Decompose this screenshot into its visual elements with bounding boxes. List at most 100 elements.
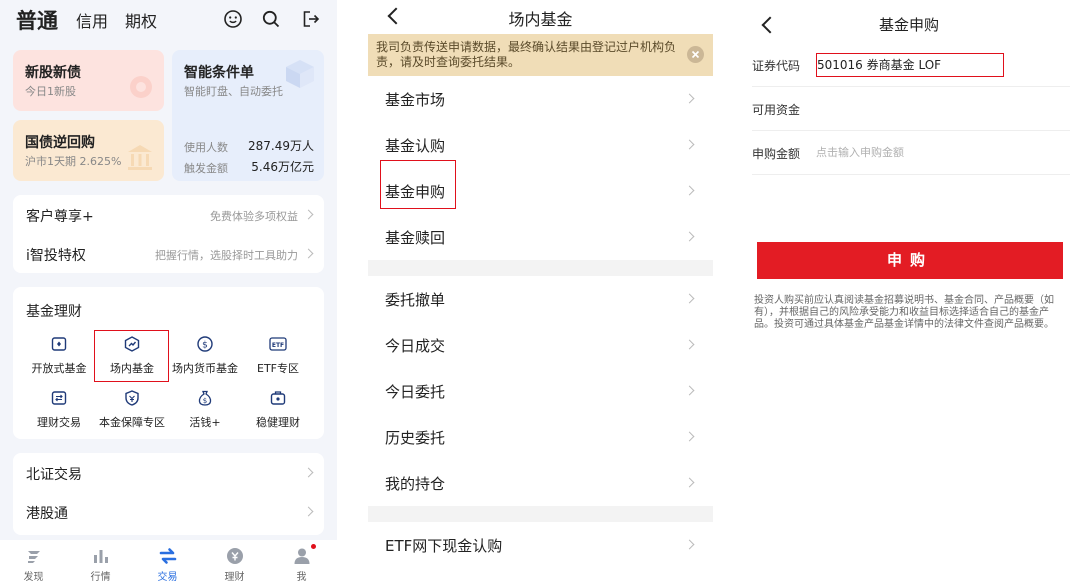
chevron-right-icon [303, 506, 314, 517]
nav-label: 发现 [23, 572, 44, 582]
vip-row-smart-invest[interactable]: i智投特权 把握行情，选股择时工具助力 [13, 234, 324, 273]
market-section: 北证交易 港股通 [13, 453, 324, 535]
menu-item-today-orders[interactable]: 今日委托 [368, 368, 713, 414]
exchange-fund-panel: 场内基金 我司负责传送申请数据，最终确认结果由登记过户机构负责，请及时查询委托结… [368, 0, 713, 582]
grid-item-label: 开放式基金 [31, 362, 87, 375]
close-icon[interactable] [687, 46, 704, 63]
page-title: 基金申购 [878, 16, 939, 34]
menu-item-order-history[interactable]: 历史委托 [368, 414, 713, 460]
ipo-card-title: 新股新债 [25, 65, 81, 81]
menu-item-label: 基金市场 [385, 91, 446, 109]
trade-icon [159, 548, 176, 564]
etf-icon-text: ETF [272, 342, 284, 349]
reverse-repo-card[interactable]: 国债逆回购 沪市1天期 2.625% [13, 120, 164, 181]
menu-item-cancel-order[interactable]: 委托撤单 [368, 276, 713, 322]
smart-order-subtitle: 智能盯盘、自动委托 [184, 85, 283, 98]
chevron-right-icon [684, 431, 695, 442]
smart-order-users-label: 使用人数 [184, 141, 228, 154]
chevron-right-icon [684, 293, 695, 304]
menu-item-fund-redemption[interactable]: 基金赎回 [368, 214, 713, 260]
market-row-bse[interactable]: 北证交易 [13, 453, 324, 493]
menu-item-label: 今日委托 [385, 383, 446, 401]
menu-item-label: 基金认购 [385, 137, 446, 155]
tab-credit[interactable]: 信用 [76, 8, 108, 32]
nav-label: 我 [296, 572, 307, 582]
smart-order-users-value: 287.49万人 [248, 139, 314, 153]
chevron-right-icon [684, 93, 695, 104]
chevron-right-icon [684, 385, 695, 396]
wealth-trade-icon [51, 391, 67, 405]
quotes-icon [93, 550, 108, 563]
trade-top-bar: 普通 信用 期权 [0, 0, 337, 40]
fund-section-title: 基金理财 [26, 304, 82, 320]
purchase-amount-input[interactable] [816, 142, 996, 162]
disclaimer-text: 投资人购买前应认真阅读基金招募说明书、基金合同、产品概要（如有），并根据自己的风… [754, 295, 1054, 330]
profile-icon [294, 548, 309, 564]
nav-trade[interactable]: 交易 [134, 540, 201, 582]
grid-item-open-fund[interactable]: 开放式基金 [20, 335, 98, 376]
grid-item-label: ETF专区 [257, 362, 299, 375]
smart-order-card[interactable]: 智能条件单 智能盯盘、自动委托 使用人数 287.49万人 触发金额 5.46万… [172, 50, 324, 181]
nav-label: 理财 [224, 572, 245, 582]
grid-item-stable-wealth[interactable]: 稳健理财 [239, 389, 317, 430]
grid-item-money-fund[interactable]: $ 场内货币基金 [166, 335, 244, 376]
notice-banner: 我司负责传送申请数据，最终确认结果由登记过户机构负责，请及时查询委托结果。 [368, 34, 713, 76]
menu-item-fund-market[interactable]: 基金市场 [368, 76, 713, 122]
smart-order-amount-label: 触发金额 [184, 162, 228, 175]
discover-icon [27, 551, 40, 563]
vip-section: 客户尊享+ 免费体验多项权益 i智投特权 把握行情，选股择时工具助力 [13, 195, 324, 273]
cash-plus-icon: $ [198, 390, 212, 406]
vip-row-sub: 把握行情，选股择时工具助力 [155, 249, 298, 262]
vip-row-customer[interactable]: 客户尊享+ 免费体验多项权益 [13, 195, 324, 234]
chevron-right-icon [684, 339, 695, 350]
chevron-right-icon [684, 139, 695, 150]
chevron-right-icon [684, 185, 695, 196]
market-row-label: 北证交易 [26, 467, 82, 483]
principal-guarantee-icon [125, 390, 139, 406]
open-fund-icon [51, 337, 67, 351]
ipo-card-subtitle: 今日1新股 [25, 85, 76, 98]
tab-normal[interactable]: 普通 [16, 5, 58, 35]
nav-wealth[interactable]: 理财 [201, 540, 268, 582]
highlight-fund-purchase [380, 160, 456, 209]
grid-item-principal-guarantee[interactable]: 本金保障专区 [93, 389, 171, 430]
highlight-security-code [816, 53, 1004, 77]
menu-item-my-holdings[interactable]: 我的持仓 [368, 460, 713, 506]
market-row-hk-connect[interactable]: 港股通 [13, 493, 324, 533]
svg-text:$: $ [203, 397, 207, 405]
page-title: 场内基金 [508, 10, 573, 29]
smiley-icon[interactable] [223, 9, 243, 29]
grid-item-cash-plus[interactable]: $ 活钱+ [166, 389, 244, 430]
chevron-right-icon [684, 231, 695, 242]
nav-discover[interactable]: 发现 [0, 540, 67, 582]
menu-item-today-deals[interactable]: 今日成交 [368, 322, 713, 368]
stable-wealth-icon [270, 391, 286, 405]
purchase-button[interactable]: 申购 [757, 242, 1063, 279]
nav-label: 行情 [90, 572, 111, 582]
nav-label: 交易 [157, 572, 178, 582]
ipo-card[interactable]: 新股新债 今日1新股 [13, 50, 164, 111]
grid-item-wealth-trade[interactable]: 理财交易 [20, 389, 98, 430]
chevron-right-icon [303, 209, 314, 220]
tab-options[interactable]: 期权 [125, 8, 157, 32]
exit-icon[interactable] [301, 9, 321, 29]
fund-purchase-panel: 基金申购 证券代码 501016 券商基金 LOF 可用资金 申购金额 申购 投… [742, 0, 1076, 582]
search-icon[interactable] [261, 9, 281, 29]
nav-quotes[interactable]: 行情 [67, 540, 134, 582]
menu-item-label: 基金赎回 [385, 229, 446, 247]
etf-icon: ETF [269, 337, 287, 351]
grid-item-etf[interactable]: ETF ETF专区 [239, 335, 317, 376]
menu-item-label: ETF网下现金认购 [385, 537, 503, 555]
trade-home-panel: 普通 信用 期权 新股新债 今日1新股 国债逆回购 沪市1天期 2.625% 智… [0, 0, 337, 582]
purchase-amount-row: 申购金额 [752, 131, 1070, 175]
menu-item-label: 我的持仓 [385, 475, 446, 493]
highlight-exchange-fund [94, 330, 169, 382]
money-fund-icon: $ [197, 336, 213, 352]
chevron-right-icon [303, 467, 314, 478]
available-funds-label: 可用资金 [752, 103, 801, 117]
menu-item-label: 今日成交 [385, 337, 446, 355]
grid-item-label: 本金保障专区 [99, 416, 165, 429]
nav-profile[interactable]: 我 [268, 540, 335, 582]
available-funds-row: 可用资金 [752, 87, 1070, 131]
menu-item-etf-offline-cash[interactable]: ETF网下现金认购 [368, 522, 713, 568]
